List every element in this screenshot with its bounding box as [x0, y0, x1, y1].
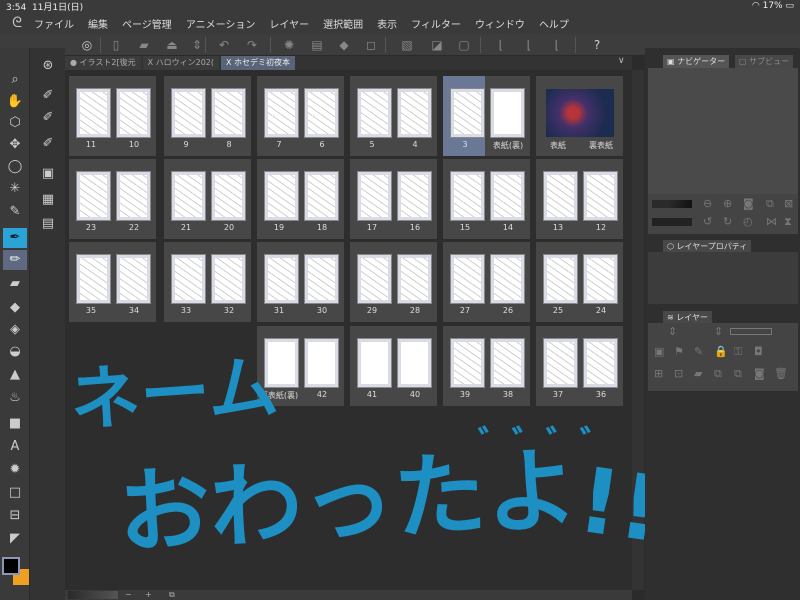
- layer-mask-icon[interactable]: ◙: [754, 367, 765, 380]
- blend-mode-stepper[interactable]: ⇕: [668, 325, 677, 338]
- fit-icon[interactable]: ⧉: [766, 197, 774, 211]
- mask-icon[interactable]: ◘: [754, 345, 763, 358]
- layer-label: レイヤー: [676, 313, 709, 322]
- navigator-controls: ⊖ ⊕ ◙ ⧉ ⊠ ↺ ↻ ◴ ⋈ ⧗: [648, 194, 798, 234]
- flip-vertical-icon[interactable]: ⧗: [784, 215, 792, 229]
- zoom-out-icon[interactable]: ⊖: [703, 197, 712, 210]
- actual-size-icon[interactable]: ◙: [743, 197, 754, 210]
- new-raster-layer-icon[interactable]: ⊞: [654, 367, 663, 380]
- right-panels: ▣ ナビゲーター ▢ サブビュー ⊖ ⊕ ◙ ⧉ ⊠ ↺ ↻ ◴ ⋈ ⧗ ⬡ レ…: [645, 48, 800, 600]
- handwriting-line1: ネーム: [67, 346, 280, 442]
- trash-icon[interactable]: 🗑: [774, 367, 788, 380]
- rotate-right-icon[interactable]: ↻: [723, 215, 732, 228]
- subview-label: サブビュー: [749, 57, 790, 66]
- layer-property-label: レイヤープロパティ: [676, 242, 748, 251]
- flip-horizontal-icon[interactable]: ⋈: [766, 215, 777, 228]
- fit-window-icon[interactable]: ⊠: [784, 197, 793, 210]
- tab-navigator[interactable]: ▣ ナビゲーター: [663, 55, 730, 68]
- clip-icon[interactable]: ▣: [654, 345, 664, 358]
- lock-icon[interactable]: 🔒: [714, 345, 728, 358]
- layer-property-body: [648, 252, 798, 304]
- opacity-stepper[interactable]: ⇕: [714, 325, 723, 338]
- opacity-slider[interactable]: [730, 328, 772, 335]
- combine-icon[interactable]: ⧉: [734, 367, 742, 381]
- reset-rotation-icon[interactable]: ◴: [743, 215, 753, 228]
- draft-icon[interactable]: ✎: [694, 345, 703, 358]
- new-vector-layer-icon[interactable]: ⊡: [674, 367, 683, 380]
- rotate-left-icon[interactable]: ↺: [703, 215, 712, 228]
- zoom-in-icon[interactable]: ⊕: [723, 197, 732, 210]
- navigator-label: ナビゲーター: [677, 57, 726, 66]
- navigator-view: [648, 68, 798, 194]
- rotate-slider[interactable]: [652, 218, 692, 226]
- transfer-up-icon[interactable]: ⧉: [714, 367, 722, 381]
- new-folder-icon[interactable]: ▰: [694, 367, 702, 380]
- layer-controls: ⇕ ⇕ ▣ ⚑ ✎ 🔒 ⚿ ◘ ⊞ ⊡ ▰ ⧉ ⧉ ◙ 🗑: [648, 323, 798, 391]
- zoom-slider[interactable]: [652, 200, 692, 208]
- tab-subview[interactable]: ▢ サブビュー: [735, 55, 794, 68]
- reference-icon[interactable]: ⚑: [674, 345, 684, 358]
- lock-transparent-icon[interactable]: ⚿: [734, 345, 742, 359]
